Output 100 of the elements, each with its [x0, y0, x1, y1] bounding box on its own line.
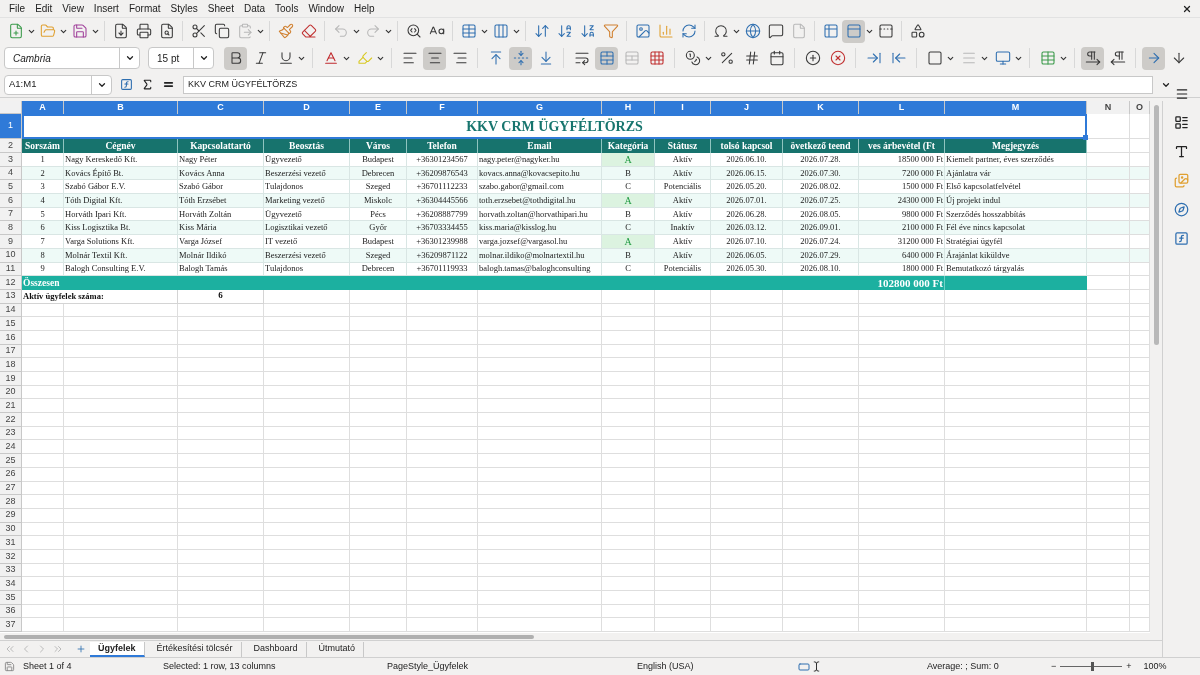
empty-cell — [655, 508, 711, 523]
row-header[interactable]: 35 — [0, 591, 22, 605]
menu-item[interactable]: Data — [238, 1, 271, 16]
column-header[interactable]: C — [178, 101, 264, 114]
column-header[interactable]: A — [22, 101, 64, 114]
menu-item[interactable]: Sheet — [202, 1, 239, 16]
add-sheet-icon[interactable] — [76, 644, 86, 654]
menu-item[interactable]: File — [4, 1, 31, 16]
empty-cell — [1087, 289, 1130, 304]
row-header[interactable]: 31 — [0, 536, 22, 550]
row-header[interactable]: 12 — [0, 276, 22, 290]
sheet-tab[interactable]: Értékesítési tölcsér — [148, 641, 242, 657]
row-header[interactable]: 5 — [0, 180, 22, 195]
caret-icon[interactable] — [124, 53, 135, 63]
empty-cell — [407, 303, 478, 318]
empty-cell — [711, 604, 783, 619]
row-header[interactable]: 19 — [0, 372, 22, 386]
row-header[interactable]: 6 — [0, 194, 22, 208]
row-header[interactable]: 15 — [0, 317, 22, 331]
selection-mode-icon[interactable] — [797, 660, 811, 673]
row-header[interactable]: 37 — [0, 618, 22, 633]
empty-cell — [711, 413, 783, 427]
function-wizard-icon[interactable] — [120, 78, 133, 91]
row-header[interactable]: 22 — [0, 413, 22, 427]
empty-cell — [602, 563, 655, 578]
row-header[interactable]: 8 — [0, 221, 22, 236]
column-header[interactable]: H — [602, 101, 655, 114]
row-header[interactable]: 25 — [0, 454, 22, 468]
zoom-thumb[interactable] — [1091, 662, 1095, 671]
column-header[interactable]: D — [264, 101, 350, 114]
empty-cell — [711, 618, 783, 633]
zoom-slider[interactable] — [1060, 662, 1123, 671]
empty-cell — [407, 618, 478, 633]
empty-cell — [1087, 344, 1130, 359]
row-header[interactable]: 2 — [0, 139, 22, 153]
zoom-level[interactable]: 100% — [1143, 659, 1167, 674]
menu-item[interactable]: Edit — [30, 1, 58, 16]
styles-icon[interactable] — [1174, 144, 1189, 159]
font-name-field[interactable]: Cambria — [4, 47, 140, 69]
row-header[interactable]: 34 — [0, 577, 22, 591]
menu-item[interactable]: Insert — [88, 1, 124, 16]
empty-cell — [350, 344, 407, 359]
menu-item[interactable]: Styles — [165, 1, 203, 16]
empty-cell — [711, 330, 783, 345]
empty-cell — [602, 591, 655, 605]
row-header[interactable]: 18 — [0, 358, 22, 372]
zoom-out[interactable]: − — [1047, 659, 1061, 674]
table-cell: 4 — [22, 194, 64, 208]
fill-handle[interactable] — [1083, 135, 1088, 140]
column-header[interactable]: N — [1087, 101, 1130, 114]
menu-item[interactable]: Format — [123, 1, 166, 16]
table-cell: Árajánlat kiküldve — [945, 248, 1087, 263]
zoom-in[interactable]: + — [1122, 659, 1136, 674]
column-header[interactable]: M — [945, 101, 1087, 114]
table-cell: +36301239988 — [407, 235, 478, 249]
column-header[interactable]: L — [859, 101, 945, 114]
column-header[interactable]: J — [711, 101, 783, 114]
menu-item[interactable]: View — [57, 1, 89, 16]
column-header[interactable]: F — [407, 101, 478, 114]
column-header[interactable]: I — [655, 101, 711, 114]
row-header[interactable]: 3 — [0, 153, 22, 167]
empty-cell — [1087, 426, 1130, 441]
name-box[interactable]: A1:M1 — [4, 74, 112, 95]
column-header[interactable]: B — [64, 101, 178, 114]
row-header[interactable]: 1 — [0, 114, 22, 139]
empty-cell — [350, 495, 407, 509]
row-header[interactable]: 28 — [0, 495, 22, 509]
properties-icon[interactable] — [1174, 115, 1189, 130]
scrollbar-thumb[interactable] — [1153, 105, 1159, 345]
navigator-icon[interactable] — [1174, 202, 1189, 217]
row-header[interactable]: 21 — [0, 399, 22, 414]
menu-item[interactable]: Help — [349, 1, 380, 16]
sheet-tab[interactable]: Útmutató — [310, 641, 365, 657]
table-cell: Aktív — [655, 235, 711, 249]
caret-icon[interactable] — [198, 53, 209, 63]
row-header[interactable]: 24 — [0, 440, 22, 455]
row-header[interactable]: 9 — [0, 235, 22, 249]
close-icon[interactable] — [1182, 3, 1192, 14]
empty-cell — [711, 385, 783, 400]
menu-item[interactable]: Window — [303, 1, 349, 16]
scrollbar-thumb[interactable] — [4, 634, 534, 639]
formula-input[interactable]: KKV CRM ÜGYFÉLTÖRZS — [183, 75, 1153, 94]
menu-item[interactable]: Tools — [270, 1, 304, 16]
table-cell: Tóth Digital Kft. — [64, 194, 178, 208]
empty-cell — [1087, 413, 1130, 427]
sheet-tab[interactable]: Dashboard — [245, 641, 307, 657]
column-header[interactable]: O — [1130, 101, 1150, 114]
font-size-field[interactable]: 15 pt — [148, 47, 214, 69]
column-header[interactable]: K — [783, 101, 859, 114]
sheet-tab[interactable]: Ügyfelek — [90, 641, 145, 657]
font-size: 15 pt — [156, 51, 180, 66]
menu-icon[interactable] — [1174, 87, 1189, 101]
table-cell: 2026.07.29. — [783, 248, 859, 263]
column-header[interactable]: G — [478, 101, 602, 114]
empty-cell — [711, 481, 783, 496]
table-cell: Molnár Textil Kft. — [64, 248, 178, 263]
active-clients-label: Aktív ügyfelek száma: — [22, 289, 178, 304]
functions-icon[interactable] — [1174, 231, 1189, 246]
sum-icon[interactable] — [141, 78, 154, 91]
column-header[interactable]: E — [350, 101, 407, 114]
